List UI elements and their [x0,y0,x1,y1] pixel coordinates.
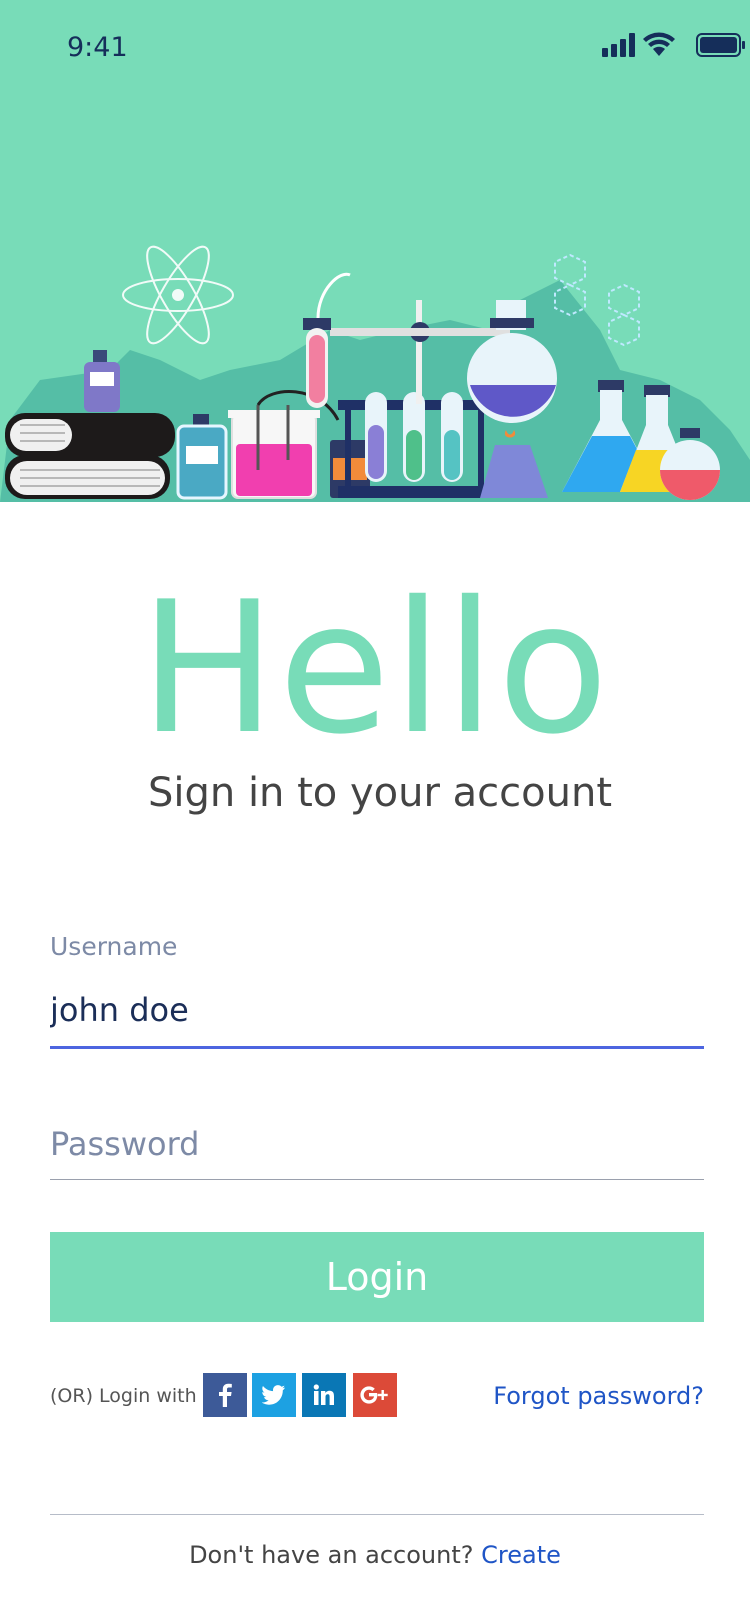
linkedin-icon [313,1384,334,1405]
status-bar: 9:41 [0,0,750,100]
username-input[interactable] [50,988,704,1032]
forgot-password-link[interactable]: Forgot password? [493,1382,704,1410]
hero-banner: 9:41 [0,0,750,502]
twitter-login-button[interactable] [252,1373,296,1417]
google-plus-login-button[interactable] [353,1373,397,1417]
status-time: 9:41 [67,32,128,63]
google-plus-icon [360,1386,388,1404]
divider [50,1514,704,1515]
linkedin-login-button[interactable] [302,1373,346,1417]
twitter-icon [262,1385,285,1405]
battery-icon [696,33,745,57]
greeting-title: Hello [139,562,611,774]
login-button[interactable]: Login [50,1232,704,1322]
wifi-icon [643,32,675,56]
subtitle: Sign in to your account [147,770,613,816]
signup-prompt: Don't have an account? Create [0,1541,750,1569]
create-account-link[interactable]: Create [481,1541,561,1569]
signal-icon [602,33,635,57]
password-underline [50,1179,704,1180]
social-login-label: (OR) Login with [50,1385,197,1407]
username-underline [50,1046,704,1049]
password-input[interactable] [50,1120,704,1168]
signup-prompt-text: Don't have an account? [189,1541,474,1569]
books-icon [5,413,175,499]
facebook-login-button[interactable] [203,1373,247,1417]
atom-icon [122,245,234,345]
facebook-icon [219,1383,232,1407]
username-label: Username [50,932,178,961]
